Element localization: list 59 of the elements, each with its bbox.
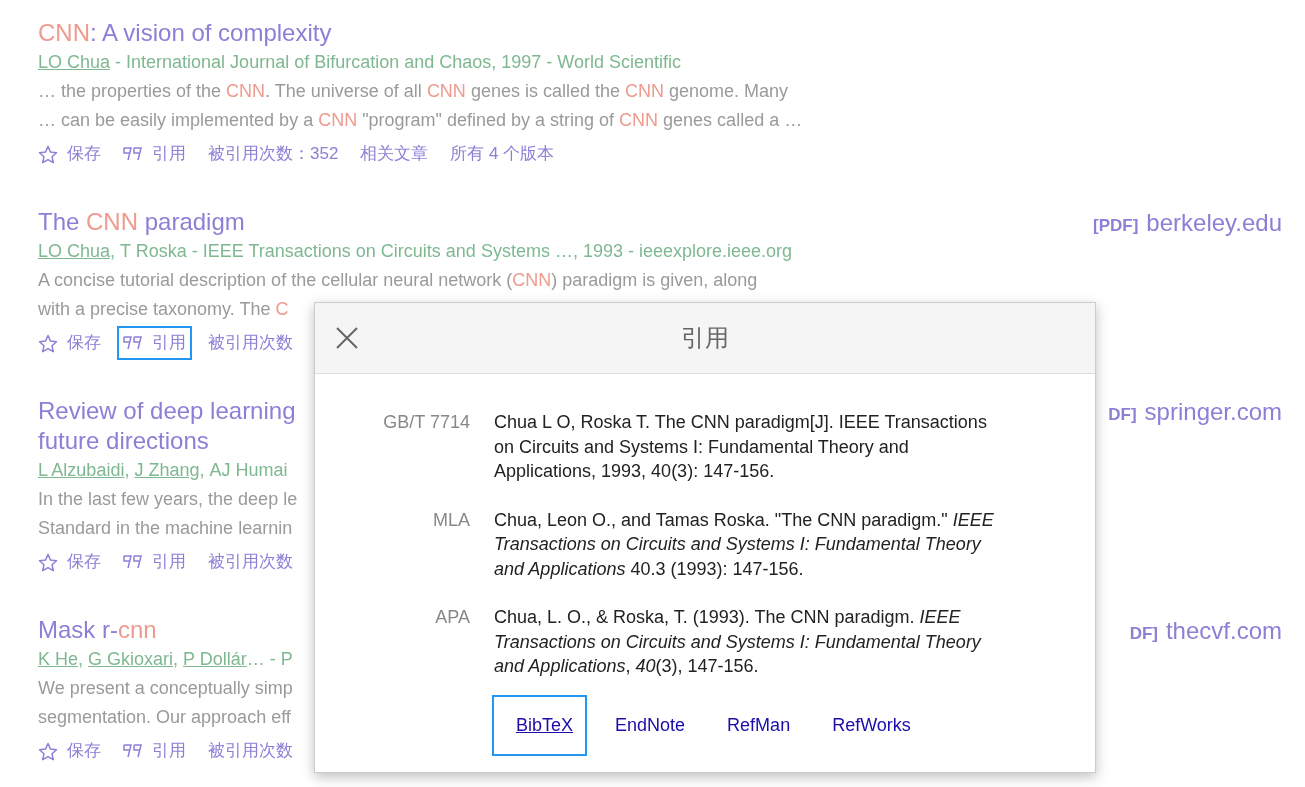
quote-icon — [123, 554, 143, 570]
star-icon — [38, 144, 58, 164]
cite-link[interactable]: 引用 — [117, 326, 192, 360]
pdf-tag: DF] — [1129, 624, 1158, 644]
save-link[interactable]: 保存 — [32, 545, 107, 579]
author-link[interactable]: K He, — [38, 647, 89, 671]
quote-icon — [123, 146, 143, 162]
save-link[interactable]: 保存 — [32, 137, 107, 171]
star-icon — [38, 552, 58, 572]
quote-icon — [123, 335, 143, 351]
result-title-link[interactable]: Review of deep learning future directions — [38, 396, 296, 456]
close-icon[interactable] — [335, 326, 359, 350]
author-link[interactable]: P Dollár — [183, 647, 247, 671]
pdf-tag: [PDF] — [1093, 216, 1139, 236]
cite-link[interactable]: 引用 — [117, 734, 192, 768]
result-title-link[interactable]: Mask r-cnn — [38, 615, 157, 645]
action-link[interactable]: 被引用次数 — [202, 545, 299, 579]
author-link[interactable]: L Alzubaidi, — [38, 458, 135, 482]
citation-text: Chua L O, Roska T. The CNN paradigm[J]. IEEE Transactions on Circuits and Systems I: Fundamental Theory and Applications, 1993, 40(3): 147-156. — [494, 411, 988, 483]
citation-style: APA — [434, 606, 470, 629]
export-link[interactable]: RefMan — [703, 694, 805, 756]
snippet: A concise tutorial description of the cellular neural network (CNN) paradigm is given, along with a precise taxonomy. The C — [38, 269, 758, 321]
snippet: We present a conceptually simp segmentation. Our approach eff — [38, 677, 293, 729]
dialog-title: 引用 — [680, 323, 730, 353]
action-link[interactable]: 相关文章 — [354, 137, 435, 171]
author-link[interactable]: LO Chua — [38, 50, 111, 74]
citation-style: GB/T 7714 — [382, 411, 470, 434]
action-link[interactable]: 所有 4 个版本 — [444, 137, 561, 171]
export-link[interactable]: EndNote — [591, 694, 700, 756]
snippet: … the properties of the CNN. The universe of all CNN genes is called the CNN genome. Many … can be easily implemented by a CNN "program" defined by a string of CNN genes called a … — [38, 80, 803, 132]
pdf-tag: DF] — [1108, 405, 1137, 425]
author-link[interactable]: LO Chua, — [38, 239, 121, 263]
action-link[interactable]: 被引用次数：352 — [202, 137, 345, 171]
byline: L Alzubaidi, J Zhang, AJ Humai — [38, 458, 288, 482]
snippet: In the last few years, the deep le Standard in the machine learnin — [38, 488, 298, 540]
export-link[interactable]: BibTeX — [492, 694, 588, 756]
cite-link[interactable]: 引用 — [117, 545, 192, 579]
byline: LO Chua, T Roska - IEEE Transactions on Circuits and Systems …, 1993 - ieeexplore.ieee.org — [38, 239, 793, 263]
action-link[interactable]: 被引用次数 — [202, 734, 299, 768]
save-link[interactable]: 保存 — [32, 326, 107, 360]
quote-icon — [123, 743, 143, 759]
save-link[interactable]: 保存 — [32, 734, 107, 768]
byline: K He, G Gkioxari, P Dollár… - P — [38, 647, 293, 671]
result-title-link[interactable]: The CNN paradigm — [38, 207, 245, 237]
cite-link[interactable]: 引用 — [117, 137, 192, 171]
source-link[interactable]: berkeley.edu — [1146, 209, 1282, 237]
source-link[interactable]: thecvf.com — [1165, 617, 1282, 645]
citation-style: MLA — [432, 508, 470, 532]
action-link[interactable]: 被引用次数 — [202, 326, 299, 360]
byline: LO Chua - International Journal of Bifurcation and Chaos, 1997 - World Scientific — [38, 50, 682, 74]
star-icon — [38, 741, 58, 761]
author-link[interactable]: J Zhang, — [134, 458, 210, 482]
citation-text: Chua, L. O., & Roska, T. (1993). The CNN paradigm. IEEE Transactions on Circuits and Systems I: Fundamental Theory and Applications, 40(3), 147-156. — [494, 606, 983, 678]
result-title-link[interactable]: CNN: A vision of complexity — [38, 18, 332, 48]
citation-text: Chua, Leon O., and Tamas Roska. "The CNN paradigm." IEEE Transactions on Circuits and Systems I: Fundamental Theory and Applications 40.3 (1993): 147-156. — [494, 508, 995, 581]
export-link[interactable]: RefWorks — [808, 694, 925, 756]
author-link[interactable]: G Gkioxari, — [88, 647, 184, 671]
source-link[interactable]: springer.com — [1144, 398, 1282, 426]
star-icon — [38, 333, 58, 353]
